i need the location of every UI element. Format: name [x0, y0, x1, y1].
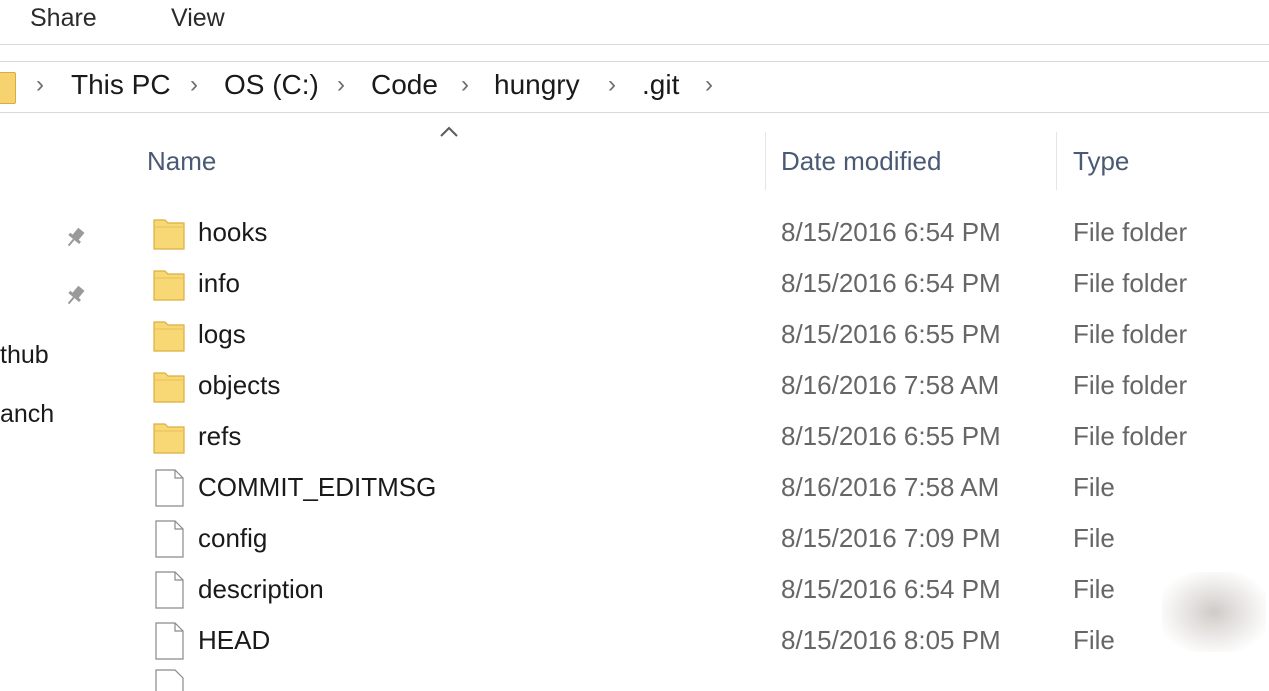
- folder-icon: [153, 423, 185, 454]
- list-item[interactable]: objects 8/16/2016 7:58 AM File folder: [140, 360, 1269, 411]
- file-name: info: [198, 268, 240, 298]
- chevron-right-icon[interactable]: ›: [608, 71, 616, 99]
- column-header-name[interactable]: Name: [147, 146, 216, 177]
- file-icon: [155, 669, 184, 691]
- breadcrumb-hungry[interactable]: hungry: [494, 69, 580, 101]
- chevron-right-icon[interactable]: ›: [36, 71, 44, 99]
- file-type: File folder: [1073, 421, 1188, 451]
- column-header-date-modified[interactable]: Date modified: [781, 146, 941, 177]
- file-name: logs: [198, 319, 246, 349]
- file-type: File: [1073, 625, 1115, 655]
- file-name: objects: [198, 370, 281, 400]
- tab-view[interactable]: View: [171, 4, 225, 33]
- breadcrumb-code[interactable]: Code: [371, 69, 438, 101]
- column-header-type[interactable]: Type: [1073, 146, 1129, 177]
- address-bar[interactable]: › This PC › OS (C:) › Code › hungry › .g…: [0, 61, 1269, 113]
- file-date: 8/15/2016 6:55 PM: [781, 421, 1001, 451]
- file-name: HEAD: [198, 625, 271, 655]
- tab-share[interactable]: Share: [30, 4, 97, 33]
- list-item[interactable]: info 8/15/2016 6:54 PM File folder: [140, 258, 1269, 309]
- pin-icon[interactable]: [62, 283, 88, 309]
- file-icon: [155, 520, 184, 558]
- sort-ascending-icon: [440, 126, 458, 137]
- file-date: 8/15/2016 6:54 PM: [781, 217, 1001, 247]
- file-icon: [155, 622, 184, 660]
- nav-item-branch[interactable]: anch: [0, 400, 54, 429]
- file-date: 8/16/2016 7:58 AM: [781, 472, 1000, 502]
- pin-icon[interactable]: [62, 225, 88, 251]
- watermark: [1162, 572, 1266, 652]
- breadcrumb-os-c[interactable]: OS (C:): [224, 69, 319, 101]
- nav-item-github[interactable]: thub: [0, 341, 49, 370]
- file-name: config: [198, 523, 268, 553]
- file-type: File: [1073, 472, 1115, 502]
- ribbon-tab-bar: Share View: [0, 0, 1269, 45]
- folder-icon: [153, 219, 185, 250]
- file-type: File: [1073, 523, 1115, 553]
- file-name: COMMIT_EDITMSG: [198, 472, 437, 502]
- file-type: File folder: [1073, 217, 1188, 247]
- chevron-right-icon[interactable]: ›: [705, 71, 713, 99]
- list-item-partial[interactable]: [0, 660, 1269, 691]
- folder-icon: [0, 72, 16, 104]
- list-item[interactable]: refs 8/15/2016 6:55 PM File folder: [140, 411, 1269, 462]
- navigation-pane: thub anch: [0, 113, 102, 691]
- chevron-right-icon[interactable]: ›: [337, 71, 345, 99]
- file-type: File folder: [1073, 268, 1188, 298]
- file-date: 8/16/2016 7:58 AM: [781, 370, 1000, 400]
- breadcrumb-this-pc[interactable]: This PC: [71, 69, 171, 101]
- folder-icon: [153, 270, 185, 301]
- list-item[interactable]: hooks 8/15/2016 6:54 PM File folder: [140, 207, 1269, 258]
- column-divider[interactable]: [1056, 132, 1057, 190]
- file-date: 8/15/2016 6:55 PM: [781, 319, 1001, 349]
- file-icon: [155, 469, 184, 507]
- folder-icon: [153, 321, 185, 352]
- file-icon: [155, 571, 184, 609]
- file-date: 8/15/2016 6:54 PM: [781, 268, 1001, 298]
- file-type: File folder: [1073, 319, 1188, 349]
- file-date: 8/15/2016 7:09 PM: [781, 523, 1001, 553]
- folder-icon: [153, 372, 185, 403]
- column-divider[interactable]: [765, 132, 766, 190]
- file-type: File folder: [1073, 370, 1188, 400]
- list-item[interactable]: description 8/15/2016 6:54 PM File: [140, 564, 1269, 615]
- list-item[interactable]: logs 8/15/2016 6:55 PM File folder: [140, 309, 1269, 360]
- list-item[interactable]: config 8/15/2016 7:09 PM File: [140, 513, 1269, 564]
- list-item[interactable]: HEAD 8/15/2016 8:05 PM File: [140, 615, 1269, 666]
- file-name: description: [198, 574, 324, 604]
- file-date: 8/15/2016 8:05 PM: [781, 625, 1001, 655]
- chevron-right-icon[interactable]: ›: [461, 71, 469, 99]
- list-item[interactable]: COMMIT_EDITMSG 8/16/2016 7:58 AM File: [140, 462, 1269, 513]
- chevron-right-icon[interactable]: ›: [190, 71, 198, 99]
- file-name: refs: [198, 421, 242, 451]
- breadcrumb-git[interactable]: .git: [642, 69, 679, 101]
- file-name: hooks: [198, 217, 268, 247]
- file-date: 8/15/2016 6:54 PM: [781, 574, 1001, 604]
- file-type: File: [1073, 574, 1115, 604]
